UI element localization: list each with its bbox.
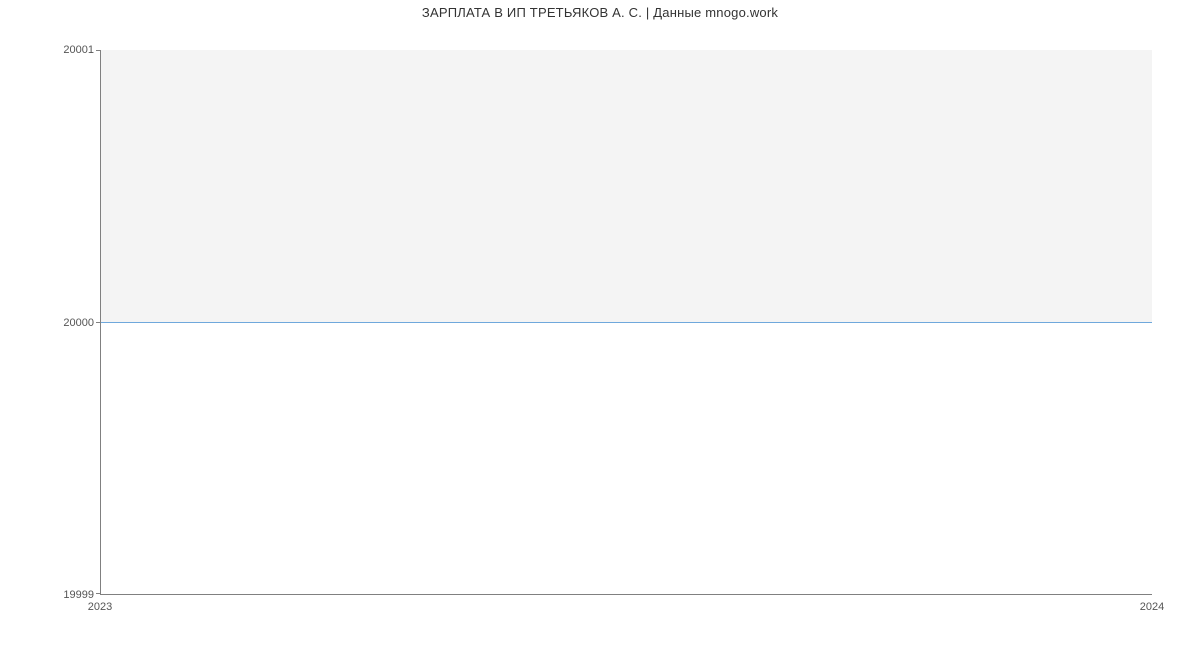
y-tick-label: 20000	[63, 317, 94, 329]
x-tick-label: 2023	[88, 601, 112, 613]
y-tick	[96, 50, 101, 51]
chart-title: ЗАРПЛАТА В ИП ТРЕТЬЯКОВ А. С. | Данные m…	[0, 5, 1200, 20]
series-line	[101, 322, 1152, 323]
y-tick	[96, 593, 101, 594]
y-tick-label: 20001	[63, 44, 94, 56]
y-tick-label: 19999	[63, 589, 94, 601]
line-chart: ЗАРПЛАТА В ИП ТРЕТЬЯКОВ А. С. | Данные m…	[0, 0, 1200, 650]
alt-band	[101, 50, 1152, 322]
x-tick-label: 2024	[1140, 601, 1164, 613]
plot-area	[100, 50, 1152, 595]
